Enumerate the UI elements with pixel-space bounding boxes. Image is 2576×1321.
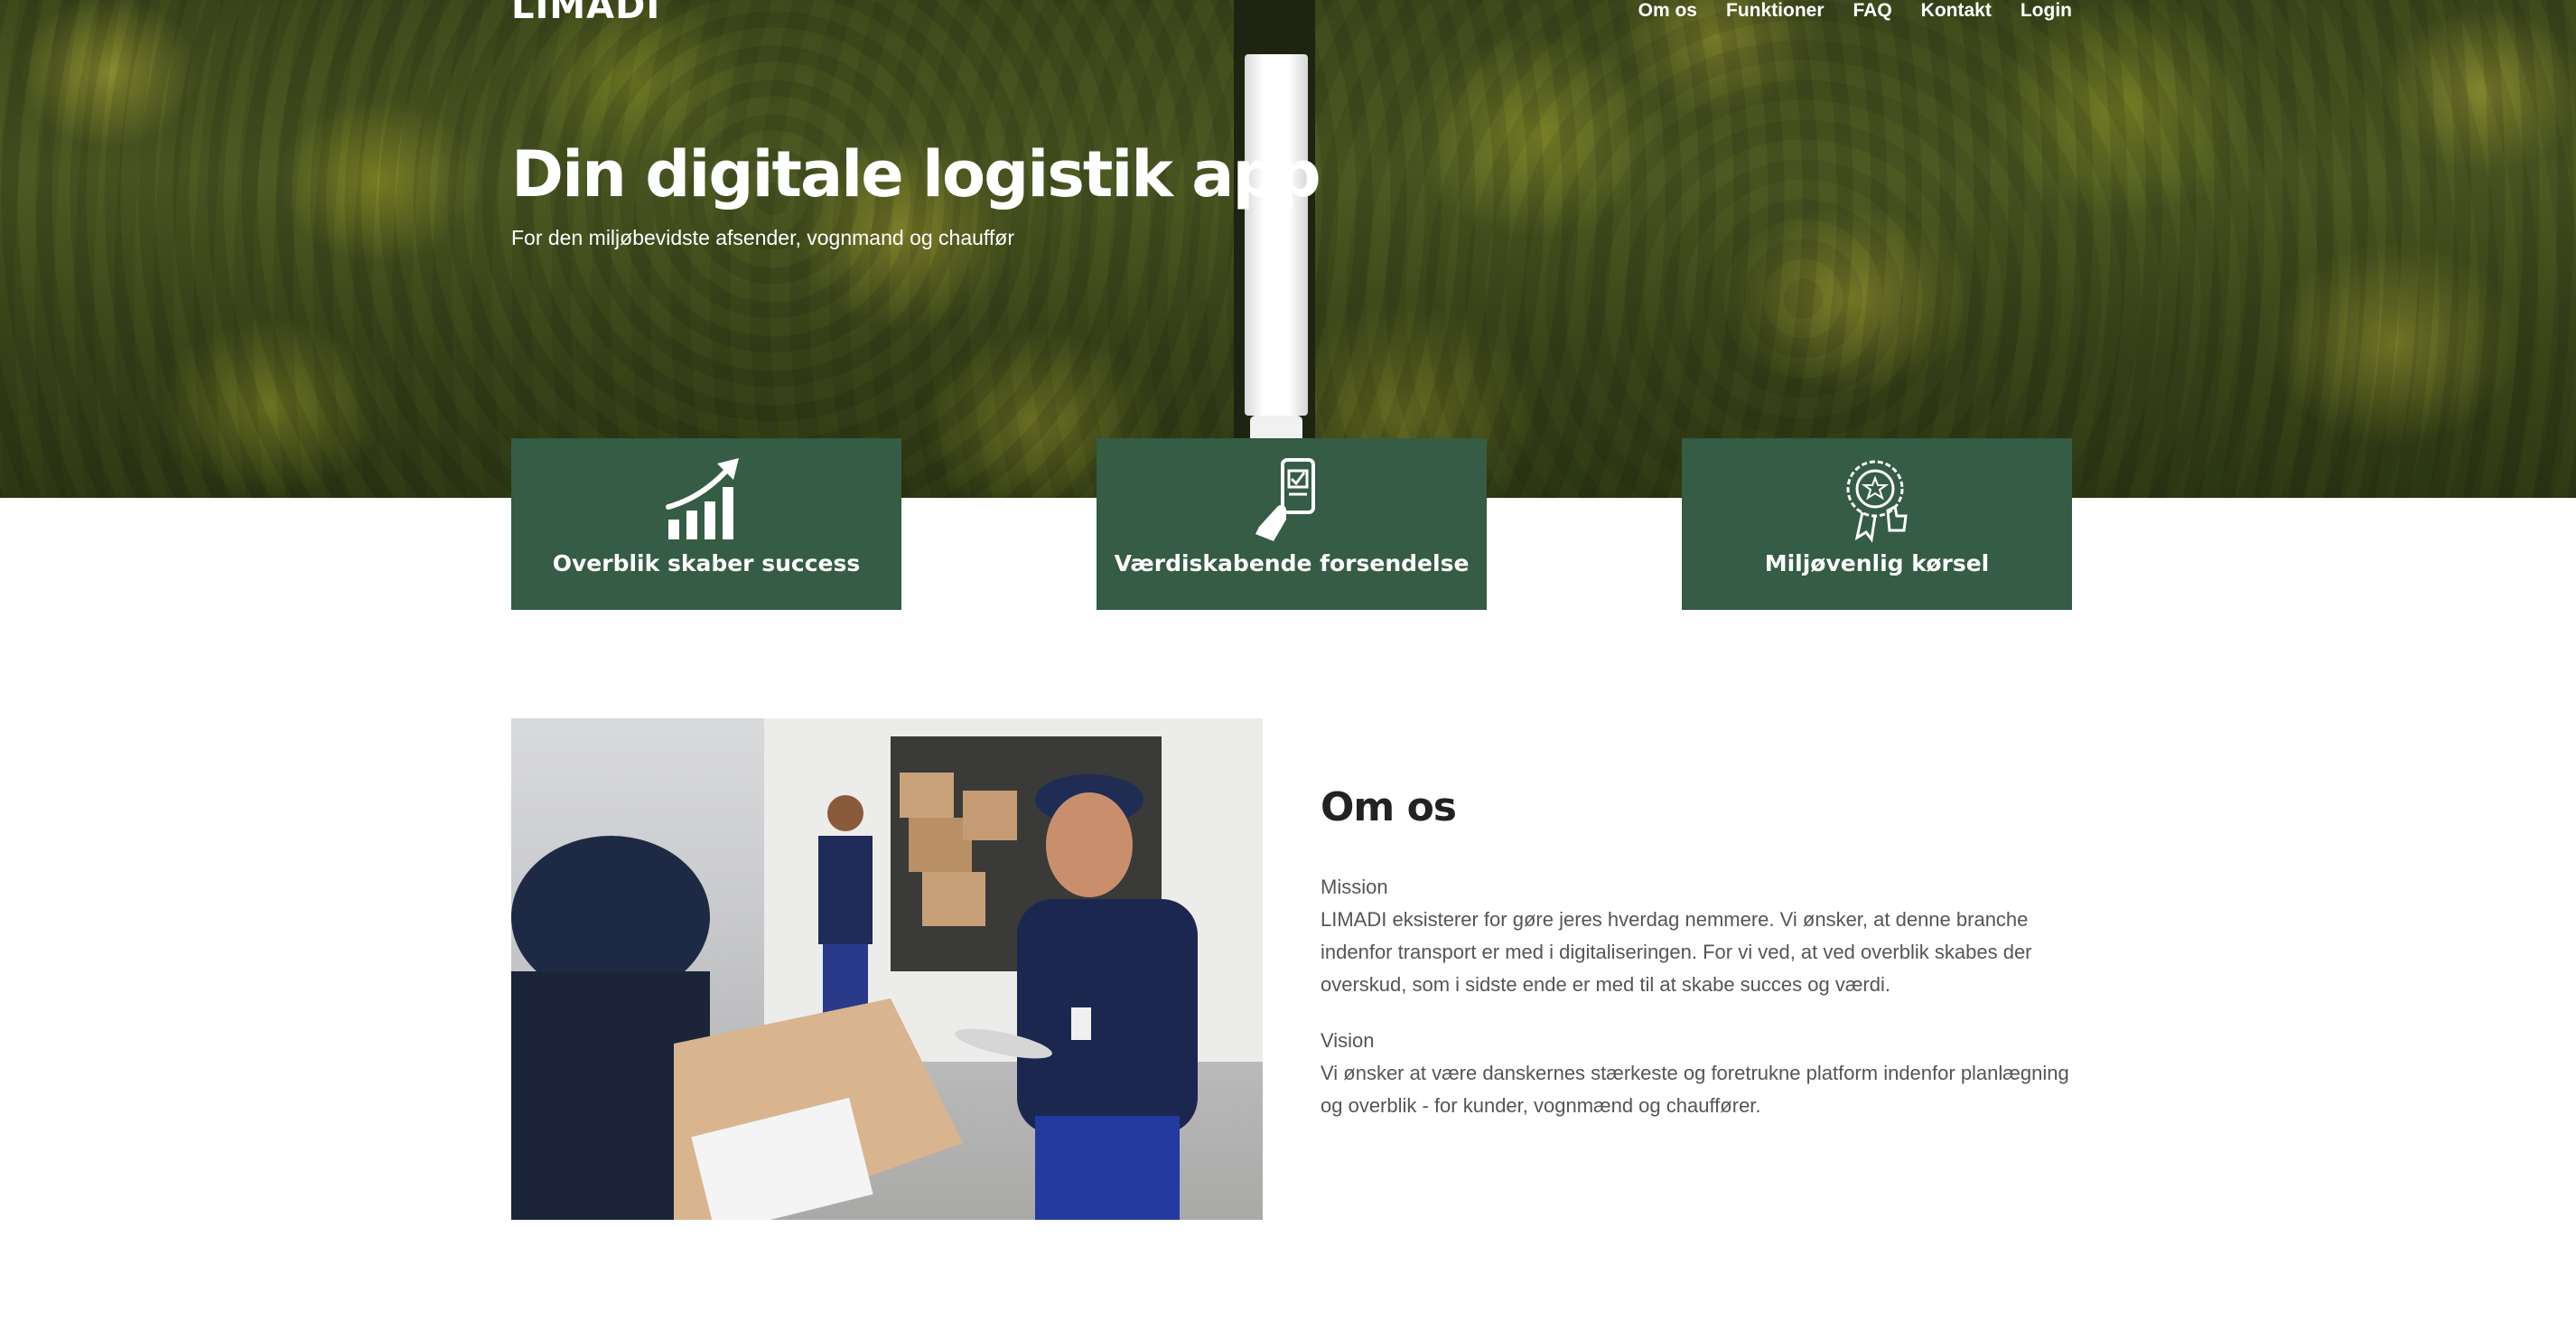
mission-heading: Mission [1321,876,1388,898]
nav-funktioner[interactable]: Funktioner [1726,0,1825,22]
nav-login[interactable]: Login [2021,0,2072,22]
vision-heading: Vision [1321,1029,1375,1052]
nav-om-os[interactable]: Om os [1638,0,1697,22]
growth-chart-icon [666,458,739,539]
logo[interactable]: LIMADI [511,0,660,27]
about-text: Mission LIMADI eksisterer for gøre jeres… [1321,871,2070,1146]
feature-label: Værdiskabende forsendelse [1114,550,1470,576]
mission-text: LIMADI eksisterer for gøre jeres hverdag… [1321,908,2032,996]
mission-block: Mission LIMADI eksisterer for gøre jeres… [1321,871,2070,1001]
nav-faq[interactable]: FAQ [1853,0,1892,22]
hero-subtitle: For den miljøbevidste afsender, vognmand… [511,226,1014,249]
main-nav: Om os Funktioner FAQ Kontakt Login [1610,0,2072,22]
feature-card-overblik[interactable]: Overblik skaber success [511,438,901,610]
about-title: Om os [1321,784,1457,830]
vision-block: Vision Vi ønsker at være danskernes stær… [1321,1025,2070,1122]
feature-label: Miljøvenlig kørsel [1764,550,1990,576]
feature-card-forsendelse[interactable]: Værdiskabende forsendelse [1097,438,1487,610]
hero-banner: LIMADI Om os Funktioner FAQ Kontakt Logi… [0,0,2576,498]
vision-text: Vi ønsker at være danskernes stærkeste o… [1321,1062,2069,1117]
hero-title: Din digitale logistik app [511,137,1321,211]
award-badge-icon [1846,460,1908,543]
nav-kontakt[interactable]: Kontakt [1921,0,1992,22]
feature-label: Overblik skaber success [552,550,861,576]
about-photo-delivery-workers [511,718,1263,1220]
phone-checklist-icon [1255,458,1315,541]
truck-trailer [1245,54,1308,416]
photo-illustration [511,718,1263,1220]
feature-card-miljoevenlig[interactable]: Miljøvenlig kørsel [1682,438,2072,610]
